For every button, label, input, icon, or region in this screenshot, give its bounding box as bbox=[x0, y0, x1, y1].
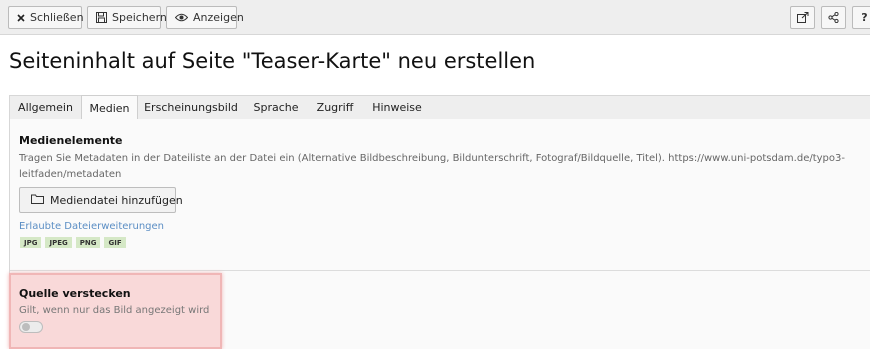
save-icon bbox=[96, 12, 107, 23]
help-button[interactable]: ? bbox=[852, 6, 870, 29]
save-button-label: Speichern bbox=[112, 11, 167, 24]
extension-badge: PNG bbox=[75, 237, 101, 248]
share-button[interactable] bbox=[821, 6, 846, 29]
close-button-label: Schließen bbox=[30, 11, 84, 24]
section-divider bbox=[10, 270, 870, 271]
help-icon: ? bbox=[861, 11, 868, 24]
add-media-file-button[interactable]: Mediendatei hinzufügen bbox=[19, 187, 183, 213]
media-description: Tragen Sie Metadaten in der Dateiliste a… bbox=[19, 153, 845, 180]
add-media-file-label: Mediendatei hinzufügen bbox=[50, 193, 183, 207]
save-button[interactable]: Speichern bbox=[87, 6, 167, 29]
extension-badge: JPG bbox=[20, 237, 42, 248]
view-button-label: Anzeigen bbox=[193, 11, 244, 24]
toggle-knob bbox=[22, 323, 30, 331]
folder-icon bbox=[31, 194, 44, 207]
extension-badges: JPG JPEG PNG GIF bbox=[20, 237, 126, 248]
share-icon bbox=[828, 12, 839, 23]
tab-erscheinungsbild[interactable]: Erscheinungsbild bbox=[138, 95, 244, 120]
extension-badge: JPEG bbox=[45, 237, 72, 248]
hide-source-label: Quelle verstecken bbox=[19, 287, 131, 300]
doc-header-toolbar: Schließen Speichern Anzeigen ? bbox=[0, 0, 870, 35]
view-button[interactable]: Anzeigen bbox=[166, 6, 244, 29]
tab-bar: Allgemein Medien Erscheinungsbild Sprach… bbox=[9, 95, 870, 121]
close-icon bbox=[17, 13, 25, 22]
hide-source-description: Gilt, wenn nur das Bild angezeigt wird bbox=[19, 305, 210, 316]
external-link-icon bbox=[796, 12, 809, 23]
tab-hinweise[interactable]: Hinweise bbox=[362, 95, 432, 120]
tab-zugriff[interactable]: Zugriff bbox=[308, 95, 362, 120]
media-section-title: Medienelemente bbox=[19, 134, 123, 147]
tab-medien[interactable]: Medien bbox=[81, 95, 138, 121]
allowed-extensions-label: Erlaubte Dateierweiterungen bbox=[19, 221, 165, 232]
tab-sprache[interactable]: Sprache bbox=[244, 95, 308, 120]
open-in-new-window-button[interactable] bbox=[790, 6, 815, 29]
hide-source-toggle[interactable] bbox=[19, 321, 43, 333]
tab-allgemein[interactable]: Allgemein bbox=[10, 95, 81, 120]
eye-icon bbox=[175, 13, 188, 22]
close-button[interactable]: Schließen bbox=[8, 6, 84, 29]
extension-badge: GIF bbox=[104, 237, 126, 248]
page-title: Seiteninhalt auf Seite "Teaser-Karte" ne… bbox=[9, 49, 536, 73]
